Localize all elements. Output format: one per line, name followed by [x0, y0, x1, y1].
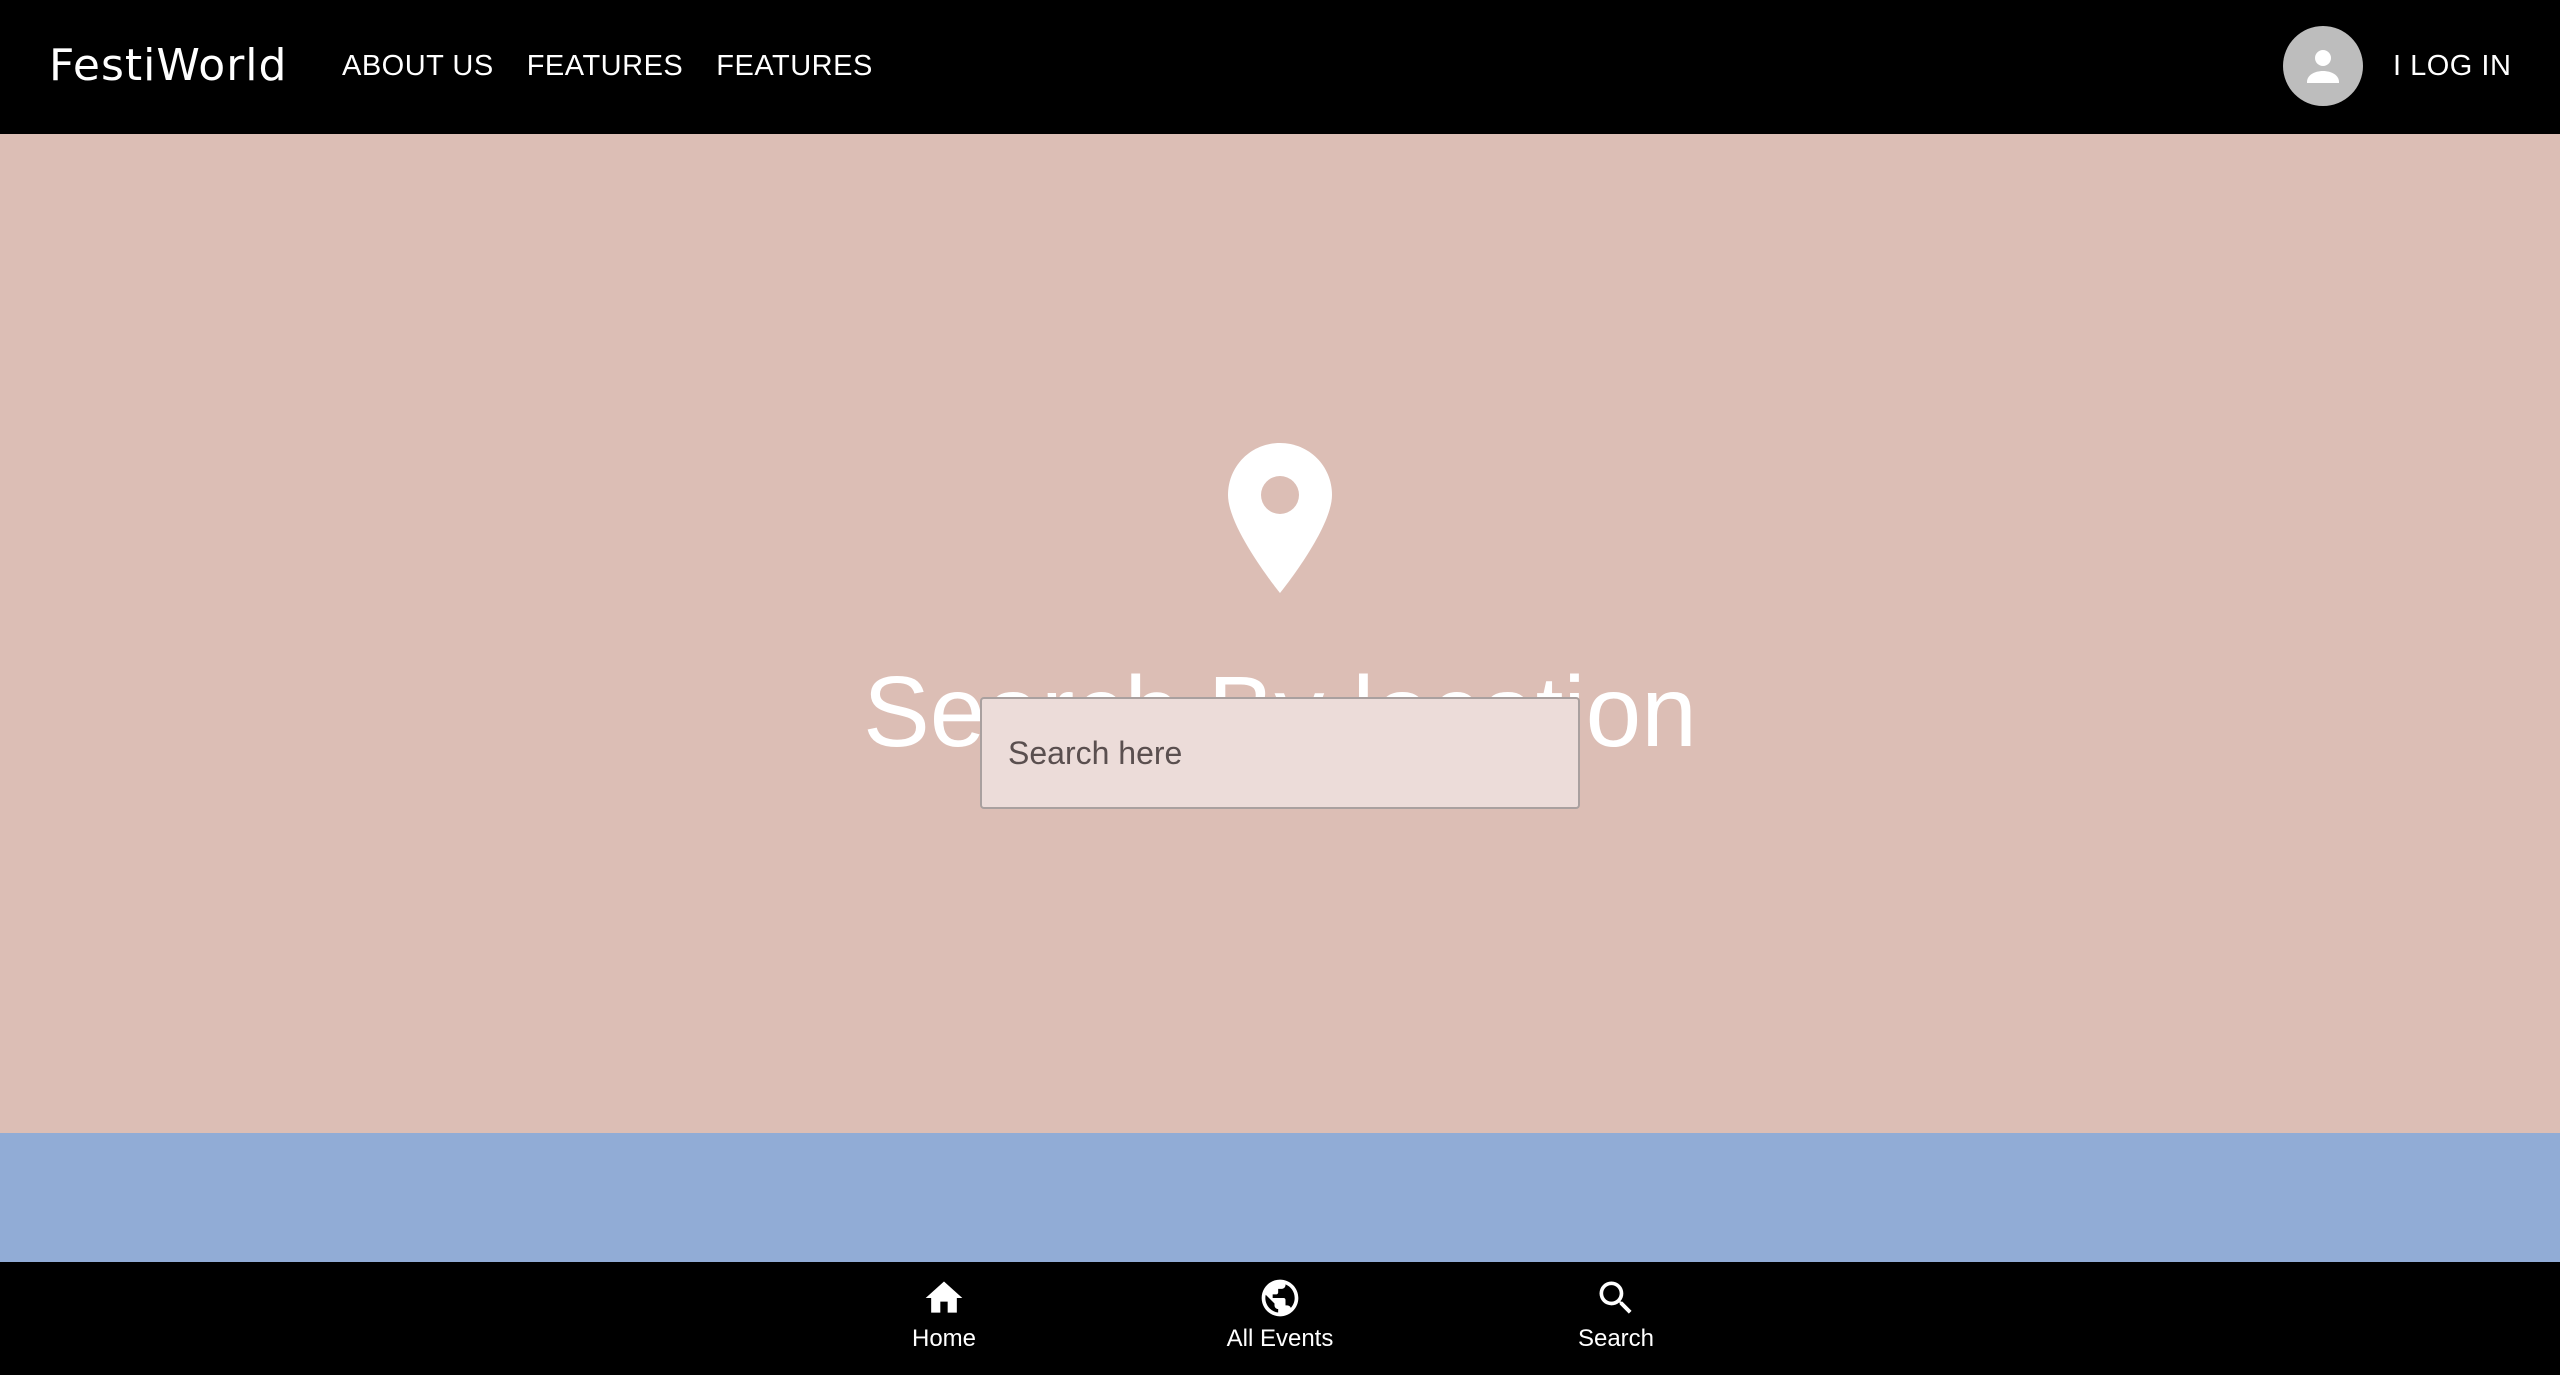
location-pin-icon: [1228, 443, 1332, 593]
person-icon: [2307, 50, 2339, 83]
nav-link-about-us[interactable]: ABOUT US: [342, 44, 494, 88]
bottom-navigation: Home All Events Search: [0, 1262, 2560, 1375]
avatar[interactable]: [2283, 26, 2363, 106]
location-search-input[interactable]: [980, 697, 1580, 809]
globe-icon: [1261, 1279, 1299, 1317]
bottom-nav-all-events-label: All Events: [1226, 1325, 1334, 1352]
home-icon: [925, 1281, 963, 1313]
bottom-nav-search-label: Search: [1577, 1325, 1655, 1352]
bottom-nav-all-events[interactable]: All Events: [1180, 1276, 1380, 1366]
bottom-nav-search[interactable]: Search: [1516, 1276, 1716, 1366]
nav-link-features[interactable]: FEATURES: [527, 44, 684, 88]
search-icon: [1599, 1281, 1632, 1314]
bottom-nav-home[interactable]: Home: [844, 1276, 1044, 1366]
main-nav: ABOUT US FEATURES FEATURES: [342, 44, 906, 88]
search-hero: Search By location: [0, 134, 2560, 1133]
brand-logo[interactable]: FestiWorld: [49, 36, 287, 96]
nav-link-features-2[interactable]: FEATURES: [716, 44, 873, 88]
top-app-bar: FestiWorld ABOUT US FEATURES FEATURES I …: [0, 0, 2560, 134]
color-band: [0, 1133, 2560, 1262]
login-button[interactable]: I LOG IN: [2393, 44, 2511, 88]
bottom-nav-home-label: Home: [911, 1325, 977, 1352]
